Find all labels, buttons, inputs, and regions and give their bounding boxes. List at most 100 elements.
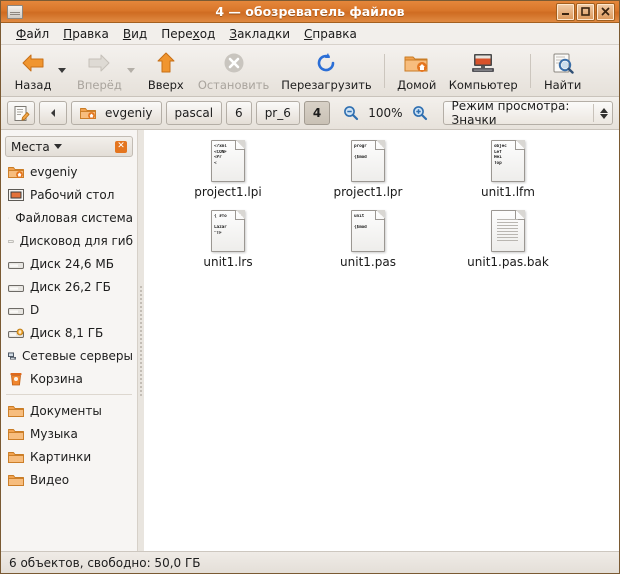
view-mode-select[interactable]: Режим просмотра: Значки xyxy=(442,99,613,127)
sidebar-item-label: Видео xyxy=(30,472,70,487)
up-label: Вверх xyxy=(147,77,184,92)
home-label: Домой xyxy=(397,77,437,92)
menu-edit[interactable]: Правка xyxy=(56,25,116,43)
file-list-view[interactable]: <?xml <CONF <Pr < project1.lpi progr {$m… xyxy=(144,130,619,551)
home-folder-icon xyxy=(80,108,96,119)
home-button[interactable]: Домой xyxy=(391,47,443,95)
menu-bookmarks[interactable]: Закладки xyxy=(222,25,297,43)
places-header-dropdown[interactable]: Места ✕ xyxy=(5,136,133,157)
view-mode-label: Режим просмотра: Значки xyxy=(451,99,570,127)
folder-icon xyxy=(8,405,24,417)
find-button[interactable]: Найти xyxy=(537,47,589,95)
file-item[interactable]: { Это Lazar "TF unit1.lrs xyxy=(158,210,298,280)
file-item[interactable]: unit {$mod unit1.pas xyxy=(298,210,438,280)
close-sidebar-button[interactable]: ✕ xyxy=(115,140,127,153)
sidebar-item-label: D xyxy=(30,302,40,317)
stop-label: Остановить xyxy=(197,77,270,92)
computer-button[interactable]: Компьютер xyxy=(443,47,524,95)
zoom-in-button[interactable] xyxy=(409,105,431,121)
doc-preview-line: < xyxy=(214,160,217,166)
breadcrumb-pascal[interactable]: pascal xyxy=(165,101,223,125)
sidebar-item-label: Музыка xyxy=(30,426,78,441)
folder-icon xyxy=(8,474,24,486)
text-document-icon: progr {$mod xyxy=(351,140,385,182)
sidebar-item-pictures[interactable]: Картинки xyxy=(1,445,137,468)
sidebar-item-disk-8-1-gb[interactable]: Диск 8,1 ГБ xyxy=(1,321,137,344)
toolbar: Назад Вперёд Вверх Остановить Перезагруз… xyxy=(1,45,619,97)
sidebar-item-documents[interactable]: Документы xyxy=(1,399,137,422)
file-manager-window: 4 — обозреватель файлов Файл Правка Вид … xyxy=(0,0,620,574)
sidebar-item-label: Корзина xyxy=(30,371,83,386)
text-document-icon: { Это Lazar "TF xyxy=(211,210,245,252)
main-content: Места ✕ evgeniy Рабочий стол Файловая си… xyxy=(1,130,619,551)
close-button[interactable] xyxy=(597,3,614,20)
breadcrumb-4[interactable]: 4 xyxy=(303,101,331,125)
breadcrumb-pr_6[interactable]: pr_6 xyxy=(255,101,300,125)
sidebar-item-d[interactable]: D xyxy=(1,298,137,321)
folder-icon xyxy=(8,428,24,440)
back-button[interactable]: Назад xyxy=(7,47,59,95)
folder-icon xyxy=(8,451,24,463)
sidebar-item-trash[interactable]: Корзина xyxy=(1,367,137,390)
sidebar-item-network-servers[interactable]: Сетевые серверы xyxy=(1,344,137,367)
doc-preview-line: {$mod xyxy=(354,155,367,161)
sidebar-item-music[interactable]: Музыка xyxy=(1,422,137,445)
forward-button: Вперёд xyxy=(71,47,128,95)
file-name-label: unit1.lrs xyxy=(203,255,253,269)
file-item[interactable]: progr {$mod project1.lpr xyxy=(298,140,438,210)
minimize-button[interactable] xyxy=(557,3,574,20)
search-icon xyxy=(551,50,575,76)
zoom-in-icon xyxy=(412,106,427,121)
stop-icon xyxy=(223,50,245,76)
up-arrow-icon xyxy=(155,50,177,76)
menu-file[interactable]: Файл xyxy=(9,25,56,43)
desktop-icon xyxy=(8,188,24,201)
splitter-grip-icon xyxy=(140,285,142,396)
up-button[interactable]: Вверх xyxy=(140,47,192,95)
network-icon xyxy=(8,352,16,359)
file-item[interactable]: <?xml <CONF <Pr < project1.lpi xyxy=(158,140,298,210)
sidebar-item-evgeniy[interactable]: evgeniy xyxy=(1,160,137,183)
menu-view[interactable]: Вид xyxy=(116,25,154,43)
menu-go[interactable]: Переход xyxy=(154,25,222,43)
menu-file-label: айл xyxy=(26,26,50,41)
sidebar-item-label: Рабочий стол xyxy=(30,187,115,202)
zoom-out-button[interactable] xyxy=(340,105,362,121)
breadcrumb-label: 6 xyxy=(235,106,243,120)
breadcrumb-label: pr_6 xyxy=(264,106,291,120)
file-item[interactable]: unit1.pas.bak xyxy=(438,210,578,280)
menu-help[interactable]: Справка xyxy=(297,25,364,43)
breadcrumb-6[interactable]: 6 xyxy=(226,101,252,125)
sidebar-item-label: Файловая система xyxy=(15,210,133,225)
edit-location-button[interactable] xyxy=(7,101,35,125)
sidebar-item-filesystem[interactable]: Файловая система xyxy=(1,206,137,229)
drive-icon xyxy=(8,284,24,292)
sidebar-item-disk-26-2-gb[interactable]: Диск 26,2 ГБ xyxy=(1,275,137,298)
forward-dropdown-button xyxy=(124,47,138,95)
window-title: 4 — обозреватель файлов xyxy=(215,4,405,19)
status-text: 6 объектов, свободно: 50,0 ГБ xyxy=(9,555,201,570)
sidebar-item-label: evgeniy xyxy=(30,164,78,179)
menu-help-label: правка xyxy=(312,26,357,41)
breadcrumb-evgeniy[interactable]: evgeniy xyxy=(71,101,162,125)
breadcrumb-label: 4 xyxy=(312,106,322,120)
sidebar-item-disk-24-6-mb[interactable]: Диск 24,6 МБ xyxy=(1,252,137,275)
maximize-button[interactable] xyxy=(577,3,594,20)
sidebar-item-desktop[interactable]: Рабочий стол xyxy=(1,183,137,206)
spinner-arrows-icon xyxy=(593,104,608,122)
title-bar[interactable]: 4 — обозреватель файлов xyxy=(1,1,619,23)
reload-button[interactable]: Перезагрузить xyxy=(275,47,377,95)
stop-button: Остановить xyxy=(192,47,275,95)
sidebar-item-floppy[interactable]: Дисковод для гиб xyxy=(1,229,137,252)
reload-icon xyxy=(315,50,337,76)
zoom-level: 100% xyxy=(368,106,403,120)
sidebar-item-label: Дисковод для гиб xyxy=(19,233,133,248)
status-bar: 6 объектов, свободно: 50,0 ГБ xyxy=(1,551,619,573)
sidebar-item-video[interactable]: Видео xyxy=(1,468,137,491)
find-label: Найти xyxy=(543,77,582,92)
back-dropdown-button[interactable] xyxy=(55,47,69,95)
breadcrumb-scroll-left-button[interactable] xyxy=(39,101,67,125)
doc-preview-line: Top xyxy=(494,160,502,166)
file-item[interactable]: objec Lef Hei Top unit1.lfm xyxy=(438,140,578,210)
chevron-down-icon xyxy=(58,68,66,73)
